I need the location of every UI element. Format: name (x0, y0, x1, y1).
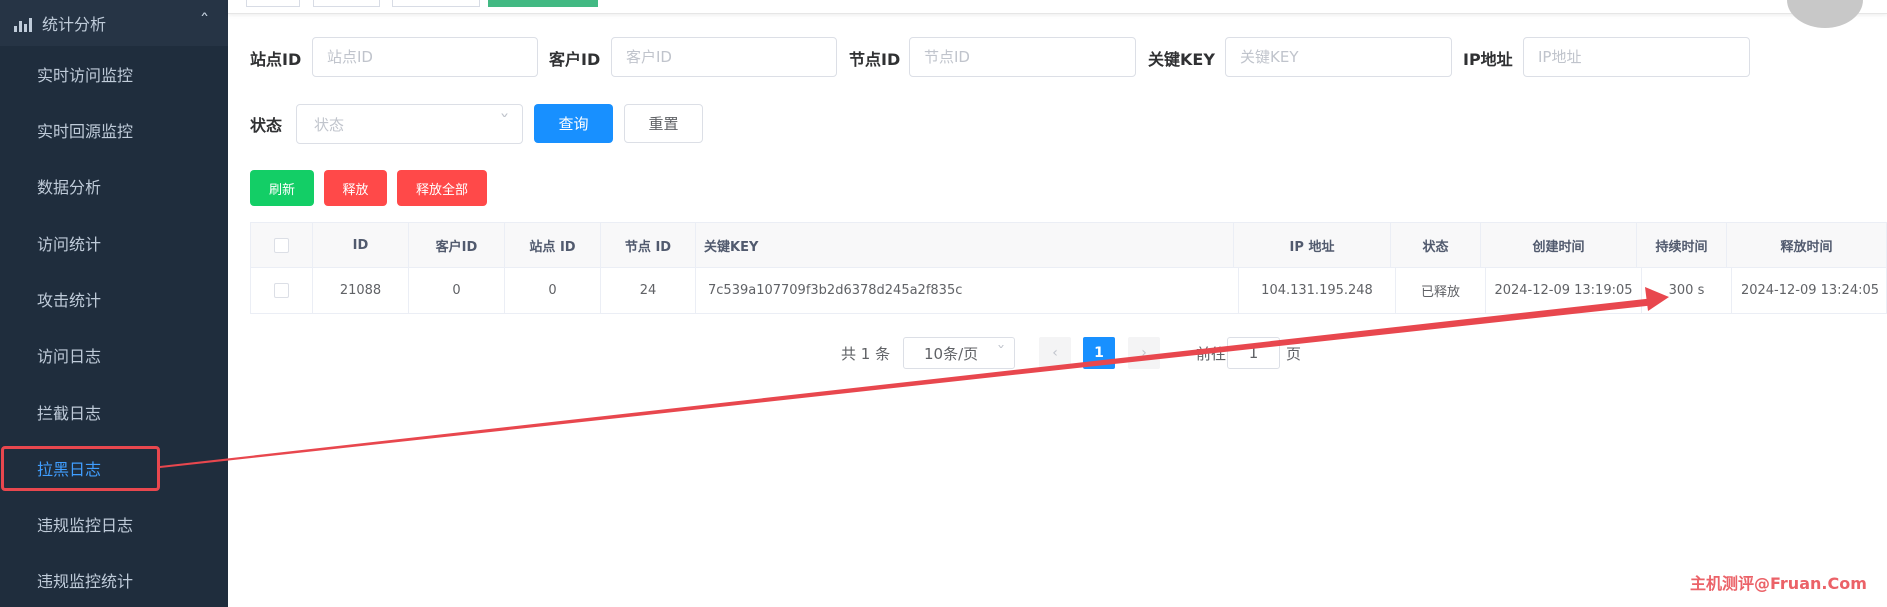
status-select[interactable]: 状态 ˅ (296, 104, 523, 144)
sidebar-item-realtime-access[interactable]: 实时访问监控 (0, 46, 228, 102)
sidebar: 统计分析 ˄ 实时访问监控 实时回源监控 数据分析 访问统计 攻击统计 访问日志… (0, 0, 228, 607)
sidebar-section-statistics[interactable]: 统计分析 ˄ (0, 0, 228, 46)
cell-status: 已释放 (1396, 268, 1486, 313)
key-input[interactable] (1225, 37, 1452, 77)
sidebar-item-label: 访问日志 (37, 347, 102, 366)
column-header-id[interactable]: ID (313, 223, 409, 268)
sidebar-item-data-analysis[interactable]: 数据分析 (0, 158, 228, 214)
sidebar-item-label: 访问统计 (37, 235, 102, 254)
app-root: 统计分析 ˄ 实时访问监控 实时回源监控 数据分析 访问统计 攻击统计 访问日志… (0, 0, 1887, 607)
highlight-box (1, 446, 160, 491)
avatar[interactable] (1787, 0, 1863, 28)
chevron-up-icon: ˄ (199, 12, 210, 28)
chevron-left-icon: ‹ (1052, 345, 1058, 361)
site-id-input[interactable] (312, 37, 538, 77)
sidebar-item-violation-stats[interactable]: 违规监控统计 (0, 552, 228, 607)
column-header-node-id[interactable]: 节点 ID (601, 223, 696, 268)
cell-duration: 300 s (1642, 268, 1732, 313)
customer-id-label: 客户ID (549, 50, 601, 69)
tag-view[interactable] (392, 0, 480, 7)
sidebar-item-label: 违规监控统计 (37, 572, 134, 591)
cell-customer-id: 0 (409, 268, 505, 313)
refresh-button[interactable]: 刷新 (250, 170, 314, 206)
column-header-key[interactable]: 关键KEY (696, 223, 1234, 268)
tag-view[interactable] (246, 0, 300, 7)
column-header-status[interactable]: 状态 (1391, 223, 1481, 268)
key-label: 关键KEY (1148, 50, 1215, 69)
page-size-value: 10条/页 (924, 344, 979, 363)
column-header-duration[interactable]: 持续时间 (1637, 223, 1727, 268)
sidebar-item-label: 违规监控日志 (37, 516, 134, 535)
sidebar-item-attack-stats[interactable]: 攻击统计 (0, 271, 228, 327)
page-number-button[interactable]: 1 (1083, 337, 1115, 369)
release-button[interactable]: 释放 (324, 170, 387, 206)
column-header-released[interactable]: 释放时间 (1727, 223, 1887, 268)
sidebar-item-access-log[interactable]: 访问日志 (0, 327, 228, 383)
node-id-input[interactable] (909, 37, 1136, 77)
watermark-text: 主机测评@Fruan.Com (1690, 574, 1867, 593)
page-size-select[interactable]: 10条/页 ˅ (903, 337, 1015, 369)
query-button[interactable]: 查询 (534, 104, 613, 143)
cell-id: 21088 (313, 268, 409, 313)
cell-site-id: 0 (505, 268, 601, 313)
bar-chart-icon (14, 14, 32, 32)
pagination-total: 共 1 条 (841, 345, 891, 363)
sidebar-item-violation-log[interactable]: 违规监控日志 (0, 496, 228, 552)
sidebar-item-label: 实时回源监控 (37, 122, 134, 141)
sidebar-item-access-stats[interactable]: 访问统计 (0, 215, 228, 271)
sidebar-item-label: 攻击统计 (37, 291, 102, 310)
sidebar-item-label: 拦截日志 (37, 404, 102, 423)
cell-ip: 104.131.195.248 (1239, 268, 1396, 313)
sidebar-section-label: 统计分析 (42, 15, 107, 34)
customer-id-input[interactable] (611, 37, 837, 77)
column-header-site-id[interactable]: 站点 ID (505, 223, 601, 268)
column-header-customer-id[interactable]: 客户ID (409, 223, 505, 268)
tag-view[interactable] (313, 0, 380, 7)
prev-page-button[interactable]: ‹ (1039, 337, 1071, 369)
sidebar-item-realtime-origin[interactable]: 实时回源监控 (0, 102, 228, 158)
site-id-label: 站点ID (250, 50, 302, 69)
cell-created: 2024-12-09 13:19:05 (1486, 268, 1642, 313)
page-suffix-label: 页 (1286, 345, 1302, 363)
annotation-arrow-shaft (160, 298, 1655, 468)
header-checkbox-cell (251, 223, 313, 268)
release-all-button[interactable]: 释放全部 (397, 170, 487, 206)
chevron-down-icon: ˅ (996, 344, 1006, 358)
status-label: 状态 (250, 116, 283, 135)
cell-key: 7c539a107709f3b2d6378d245a2f835c (696, 268, 1239, 313)
goto-label: 前往 (1196, 345, 1227, 363)
blacklist-table: ID 客户ID 站点 ID 节点 ID 关键KEY IP 地址 状态 创建时间 … (250, 222, 1887, 314)
tag-view-active[interactable] (488, 0, 598, 7)
node-id-label: 节点ID (849, 50, 901, 69)
reset-button[interactable]: 重置 (624, 104, 703, 143)
column-header-created[interactable]: 创建时间 (1481, 223, 1637, 268)
page-jump-input[interactable] (1227, 337, 1280, 369)
column-header-ip[interactable]: IP 地址 (1234, 223, 1391, 268)
ip-input[interactable] (1523, 37, 1750, 77)
ip-label: IP地址 (1463, 50, 1513, 69)
sidebar-item-intercept-log[interactable]: 拦截日志 (0, 384, 228, 440)
cell-node-id: 24 (601, 268, 696, 313)
select-all-checkbox[interactable] (274, 237, 289, 253)
status-select-placeholder: 状态 (314, 115, 345, 134)
sidebar-item-label: 实时访问监控 (37, 66, 134, 85)
cell-released: 2024-12-09 13:24:05 (1740, 283, 1880, 298)
chevron-right-icon: › (1141, 345, 1147, 361)
chevron-down-icon: ˅ (499, 113, 510, 129)
sidebar-item-label: 数据分析 (37, 178, 102, 197)
next-page-button[interactable]: › (1128, 337, 1160, 369)
row-checkbox-cell (251, 268, 313, 313)
row-checkbox[interactable] (274, 283, 289, 298)
tags-view-bar (228, 0, 1887, 14)
